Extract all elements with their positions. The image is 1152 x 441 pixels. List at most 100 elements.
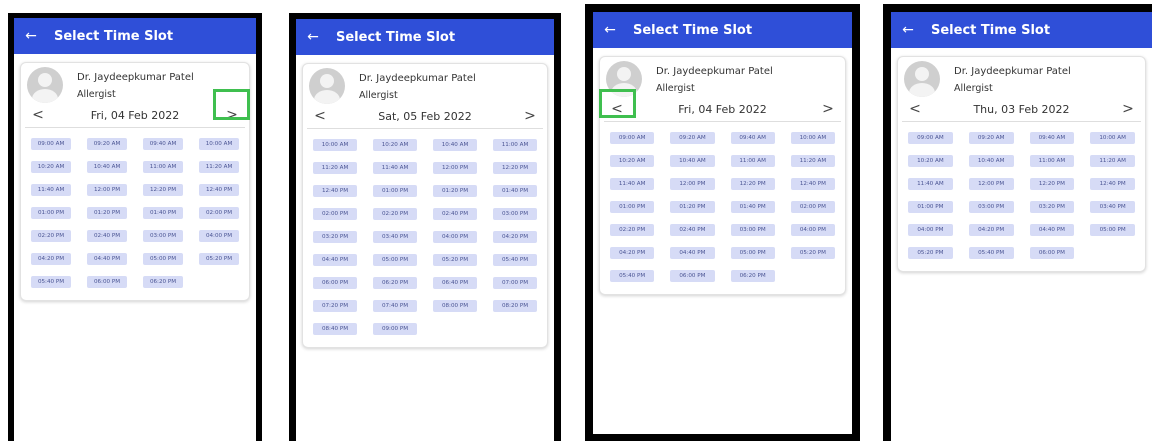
time-slot-button[interactable]: 11:20 AM [199,161,239,173]
time-slot-button[interactable]: 06:20 PM [373,277,417,289]
time-slot-button[interactable]: 11:00 AM [1029,155,1075,167]
time-slot-button[interactable]: 03:20 PM [1029,201,1075,213]
time-slot-button[interactable]: 04:40 PM [670,247,715,259]
time-slot-button[interactable]: 05:20 PM [790,247,835,259]
time-slot-button[interactable]: 02:20 PM [373,208,417,220]
time-slot-button[interactable]: 12:20 PM [493,162,537,174]
time-slot-button[interactable]: 04:00 PM [199,230,239,242]
time-slot-button[interactable]: 12:40 PM [1090,178,1135,190]
time-slot-button[interactable]: 04:40 PM [313,254,357,266]
time-slot-button[interactable]: 10:40 AM [670,155,715,167]
time-slot-button[interactable]: 06:00 PM [670,270,715,282]
time-slot-button[interactable]: 05:40 PM [968,247,1014,259]
time-slot-button[interactable]: 12:00 PM [968,178,1014,190]
time-slot-button[interactable]: 11:40 AM [908,178,953,190]
time-slot-button[interactable]: 01:20 PM [433,185,477,197]
time-slot-button[interactable]: 10:00 AM [313,139,357,151]
time-slot-button[interactable]: 09:00 PM [373,323,417,335]
time-slot-button[interactable]: 09:00 AM [610,132,655,144]
time-slot-button[interactable]: 09:00 AM [908,132,953,144]
time-slot-button[interactable]: 06:20 PM [143,276,183,288]
time-slot-button[interactable]: 03:40 PM [1090,201,1135,213]
chevron-right-icon[interactable]: > [519,106,541,128]
time-slot-button[interactable]: 11:40 AM [610,178,655,190]
time-slot-button[interactable]: 04:20 PM [968,224,1014,236]
time-slot-button[interactable]: 10:40 AM [87,161,127,173]
time-slot-button[interactable]: 01:00 PM [31,207,71,219]
time-slot-button[interactable]: 04:00 PM [790,224,835,236]
time-slot-button[interactable]: 10:20 AM [610,155,655,167]
time-slot-button[interactable]: 04:20 PM [493,231,537,243]
time-slot-button[interactable]: 05:40 PM [610,270,655,282]
time-slot-button[interactable]: 11:40 AM [373,162,417,174]
time-slot-button[interactable]: 12:20 PM [1029,178,1075,190]
time-slot-button[interactable]: 11:00 AM [730,155,775,167]
time-slot-button[interactable]: 12:40 PM [313,185,357,197]
time-slot-button[interactable]: 04:20 PM [31,253,71,265]
time-slot-button[interactable]: 09:40 AM [143,138,183,150]
time-slot-button[interactable]: 06:00 PM [1029,247,1075,259]
time-slot-button[interactable]: 05:00 PM [373,254,417,266]
time-slot-button[interactable]: 03:40 PM [373,231,417,243]
time-slot-button[interactable]: 09:20 AM [87,138,127,150]
time-slot-button[interactable]: 12:40 PM [790,178,835,190]
time-slot-button[interactable]: 06:00 PM [87,276,127,288]
time-slot-button[interactable]: 06:00 PM [313,277,357,289]
time-slot-button[interactable]: 02:20 PM [610,224,655,236]
time-slot-button[interactable]: 10:40 AM [968,155,1014,167]
time-slot-button[interactable]: 12:00 PM [433,162,477,174]
time-slot-button[interactable]: 06:40 PM [433,277,477,289]
time-slot-button[interactable]: 02:20 PM [31,230,71,242]
time-slot-button[interactable]: 10:00 AM [1090,132,1135,144]
time-slot-button[interactable]: 05:40 PM [31,276,71,288]
time-slot-button[interactable]: 01:20 PM [670,201,715,213]
arrow-left-icon[interactable]: ← [595,22,625,38]
chevron-right-icon[interactable]: > [817,99,839,121]
time-slot-button[interactable]: 11:20 AM [313,162,357,174]
time-slot-button[interactable]: 04:40 PM [1029,224,1075,236]
time-slot-button[interactable]: 05:00 PM [730,247,775,259]
time-slot-button[interactable]: 02:40 PM [433,208,477,220]
time-slot-button[interactable]: 01:00 PM [908,201,953,213]
time-slot-button[interactable]: 04:40 PM [87,253,127,265]
time-slot-button[interactable]: 03:00 PM [143,230,183,242]
time-slot-button[interactable]: 09:40 AM [1029,132,1075,144]
time-slot-button[interactable]: 05:00 PM [143,253,183,265]
time-slot-button[interactable]: 05:20 PM [433,254,477,266]
time-slot-button[interactable]: 01:40 PM [493,185,537,197]
time-slot-button[interactable]: 09:00 AM [31,138,71,150]
time-slot-button[interactable]: 11:00 AM [493,139,537,151]
time-slot-button[interactable]: 10:20 AM [908,155,953,167]
time-slot-button[interactable]: 02:00 PM [199,207,239,219]
time-slot-button[interactable]: 08:00 PM [433,300,477,312]
time-slot-button[interactable]: 03:20 PM [313,231,357,243]
arrow-left-icon[interactable]: ← [16,28,46,44]
time-slot-button[interactable]: 09:20 AM [968,132,1014,144]
time-slot-button[interactable]: 04:20 PM [610,247,655,259]
time-slot-button[interactable]: 11:20 AM [790,155,835,167]
arrow-left-icon[interactable]: ← [893,22,923,38]
time-slot-button[interactable]: 10:00 AM [790,132,835,144]
time-slot-button[interactable]: 09:20 AM [670,132,715,144]
time-slot-button[interactable]: 03:00 PM [730,224,775,236]
time-slot-button[interactable]: 05:20 PM [199,253,239,265]
time-slot-button[interactable]: 10:20 AM [373,139,417,151]
time-slot-button[interactable]: 03:00 PM [493,208,537,220]
time-slot-button[interactable]: 12:20 PM [730,178,775,190]
time-slot-button[interactable]: 07:20 PM [313,300,357,312]
time-slot-button[interactable]: 12:20 PM [143,184,183,196]
time-slot-button[interactable]: 05:40 PM [493,254,537,266]
time-slot-button[interactable]: 12:00 PM [670,178,715,190]
time-slot-button[interactable]: 02:00 PM [313,208,357,220]
time-slot-button[interactable]: 04:00 PM [433,231,477,243]
time-slot-button[interactable]: 08:20 PM [493,300,537,312]
time-slot-button[interactable]: 10:00 AM [199,138,239,150]
time-slot-button[interactable]: 06:20 PM [730,270,775,282]
time-slot-button[interactable]: 08:40 PM [313,323,357,335]
time-slot-button[interactable]: 01:20 PM [87,207,127,219]
time-slot-button[interactable]: 05:00 PM [1090,224,1135,236]
time-slot-button[interactable]: 10:20 AM [31,161,71,173]
time-slot-button[interactable]: 01:00 PM [373,185,417,197]
time-slot-button[interactable]: 12:00 PM [87,184,127,196]
time-slot-button[interactable]: 02:40 PM [670,224,715,236]
